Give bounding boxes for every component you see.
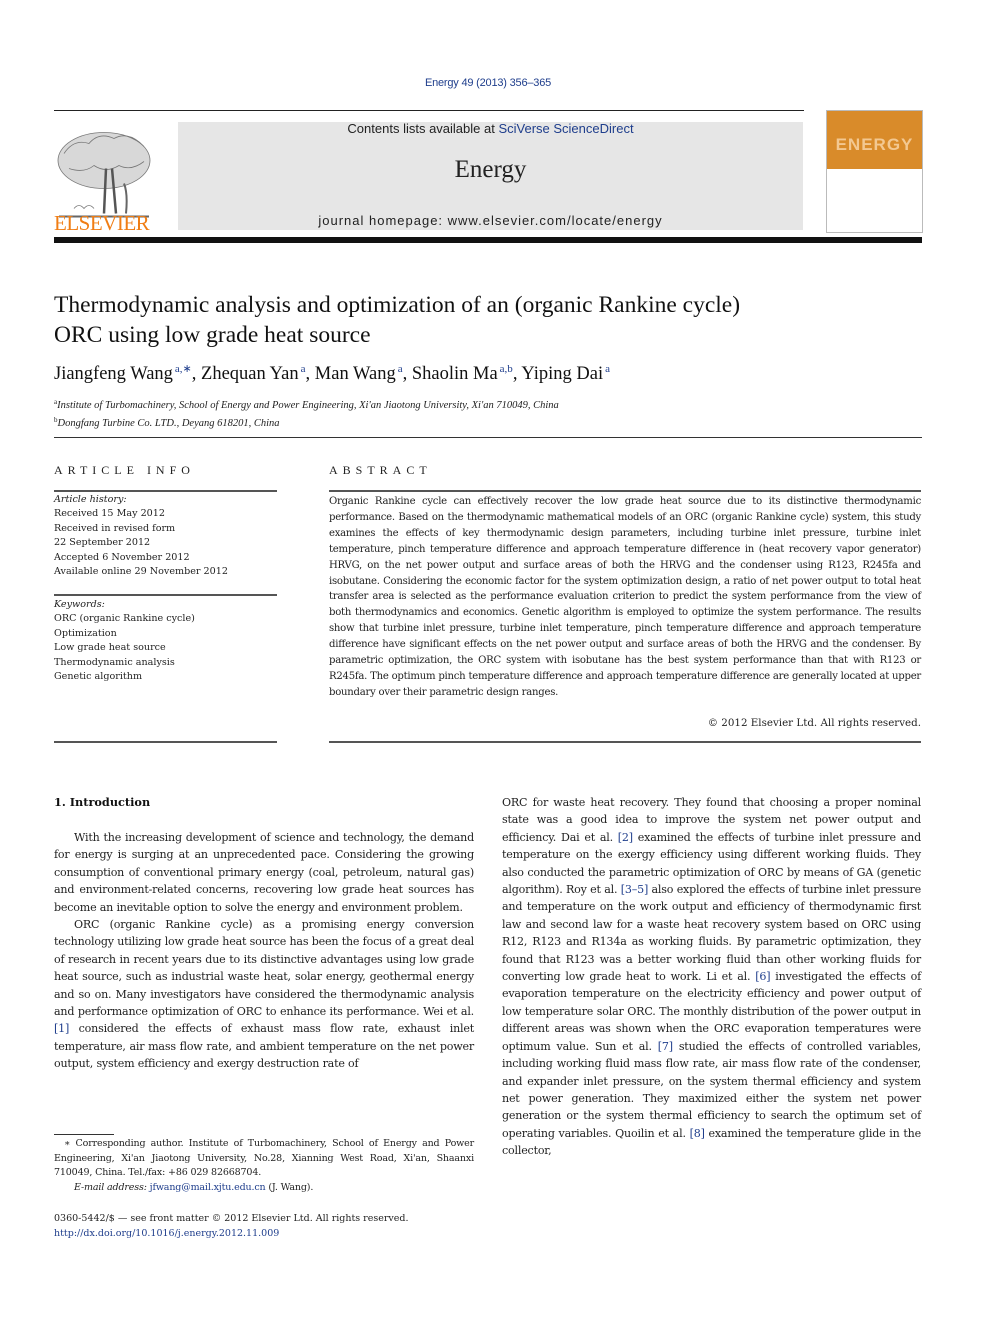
title-line-2: ORC using low grade heat source (54, 322, 371, 348)
email-line: E-mail address: jfwang@mail.xjtu.edu.cn … (74, 1181, 314, 1193)
keyword: Low grade heat source (54, 642, 166, 654)
elsevier-wordmark: ELSEVIER (54, 211, 150, 235)
header-rule (54, 110, 804, 111)
body-column-right: ORC for waste heat recovery. They found … (502, 794, 921, 1160)
affiliation: aInstitute of Turbomachinery, School of … (54, 398, 559, 411)
journal-cover-thumbnail[interactable]: ENERGY (826, 110, 923, 233)
author[interactable]: Yiping Dai a (521, 363, 610, 384)
keywords: Keywords: ORC (organic Rankine cycle) Op… (54, 598, 195, 684)
keyword: ORC (organic Rankine cycle) (54, 613, 195, 625)
reference-link[interactable]: [3–5] (621, 883, 649, 896)
divider (329, 490, 921, 492)
paragraph: ORC for waste heat recovery. They found … (502, 796, 922, 1158)
section-heading-introduction: 1. Introduction (54, 795, 151, 809)
divider (329, 741, 921, 743)
keywords-label: Keywords: (54, 599, 105, 610)
journal-name: Energy (454, 156, 527, 183)
keyword: Thermodynamic analysis (54, 656, 175, 668)
article-info-heading: ARTICLE INFO (54, 463, 195, 477)
history-item: Available online 29 November 2012 (54, 566, 228, 578)
divider (54, 490, 277, 492)
abstract-heading: ABSTRACT (329, 463, 432, 477)
history-label: Article history: (54, 494, 127, 505)
reference-link[interactable]: [8] (690, 1127, 705, 1140)
divider (54, 741, 277, 743)
history-item: Received 15 May 2012 (54, 508, 165, 520)
keyword: Optimization (54, 627, 117, 639)
cover-title: ENERGY (835, 135, 914, 154)
footnote-rule (54, 1134, 114, 1135)
paragraph: ORC (organic Rankine cycle) as a promisi… (54, 918, 474, 1071)
author[interactable]: Man Wang a (315, 363, 403, 384)
journal-citation[interactable]: Energy 49 (2013) 356–365 (0, 77, 976, 89)
front-matter: 0360-5442/$ — see front matter © 2012 El… (54, 1212, 408, 1241)
article-title: Thermodynamic analysis and optimization … (54, 290, 914, 350)
reference-link[interactable]: [1] (54, 1022, 69, 1035)
footnote-text: ∗ Corresponding author. Institute of Tur… (54, 1138, 474, 1178)
affiliations: aInstitute of Turbomachinery, School of … (54, 395, 559, 431)
history-item: 22 September 2012 (54, 537, 151, 549)
paragraph: With the increasing development of scien… (54, 831, 474, 914)
reference-link[interactable]: [6] (755, 970, 770, 983)
citation-link[interactable]: Energy 49 (2013) 356–365 (425, 77, 551, 89)
divider (54, 594, 277, 596)
journal-homepage[interactable]: journal homepage: www.elsevier.com/locat… (178, 213, 803, 228)
affiliation: bDongfang Turbine Co. LTD., Deyang 61820… (54, 416, 280, 429)
reference-link[interactable]: [2] (618, 831, 633, 844)
author[interactable]: Zhequan Yan a (201, 363, 306, 384)
reference-link[interactable]: [7] (658, 1040, 673, 1053)
header-thick-rule (54, 237, 922, 243)
author-list: Jiangfeng Wang a,∗, Zhequan Yan a, Man Wan… (54, 363, 610, 384)
email-link[interactable]: jfwang@mail.xjtu.edu.cn (150, 1182, 266, 1193)
title-line-1: Thermodynamic analysis and optimization … (54, 292, 741, 318)
copyright-notice: © 2012 Elsevier Ltd. All rights reserved… (707, 717, 921, 729)
keyword: Genetic algorithm (54, 671, 143, 683)
article-history: Article history: Received 15 May 2012 Re… (54, 493, 228, 579)
history-item: Received in revised form (54, 522, 176, 534)
contents-prefix: Contents lists available at (347, 121, 499, 136)
body-column-left: With the increasing development of scien… (54, 829, 474, 1073)
contents-available-line: Contents lists available at SciVerse Sci… (178, 121, 803, 136)
sciencedirect-link[interactable]: SciVerse ScienceDirect (498, 121, 633, 136)
corresponding-author-footnote: ∗ Corresponding author. Institute of Tur… (54, 1137, 474, 1195)
doi-link[interactable]: http://dx.doi.org/10.1016/j.energy.2012.… (54, 1228, 279, 1239)
history-item: Accepted 6 November 2012 (54, 551, 190, 563)
affiliation-rule (54, 437, 922, 438)
abstract-text: Organic Rankine cycle can effectively re… (329, 496, 921, 698)
author[interactable]: Jiangfeng Wang a,∗ (54, 363, 192, 384)
issn-line: 0360-5442/$ — see front matter © 2012 El… (54, 1213, 409, 1224)
author[interactable]: Shaolin Ma a,b (412, 363, 513, 384)
